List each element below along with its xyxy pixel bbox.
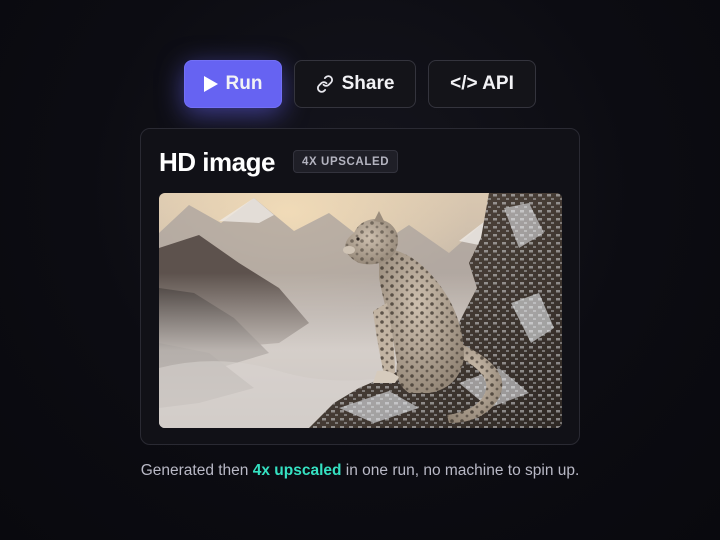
caption: Generated then 4x upscaled in one run, n… xyxy=(0,462,720,480)
card-title: HD image xyxy=(159,147,275,177)
upscaled-badge: 4X UPSCALED xyxy=(293,150,399,173)
caption-text-before: Generated then xyxy=(140,462,253,479)
result-card: HD image 4X UPSCALED xyxy=(140,128,580,445)
run-button-label: Run xyxy=(225,73,263,94)
caption-highlight: 4x upscaled xyxy=(252,462,342,479)
api-button-label: </> API xyxy=(450,73,514,94)
share-button-label: Share xyxy=(341,73,395,94)
api-button[interactable]: </> API xyxy=(428,60,536,108)
link-icon xyxy=(316,75,334,93)
generated-image[interactable] xyxy=(159,193,562,428)
play-icon xyxy=(203,76,218,92)
share-button[interactable]: Share xyxy=(294,60,416,108)
caption-text-after: in one run, no machine to spin up. xyxy=(341,462,580,479)
toolbar: Run Share </> API xyxy=(0,0,720,120)
run-button[interactable]: Run xyxy=(184,60,282,108)
